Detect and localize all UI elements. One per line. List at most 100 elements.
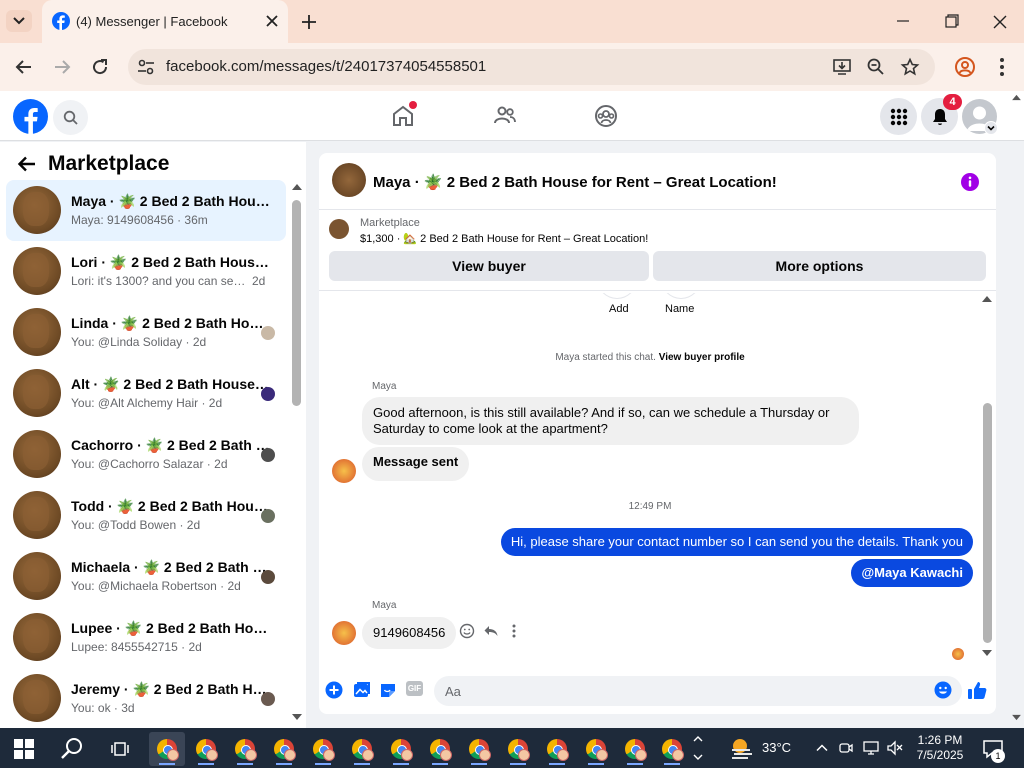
taskbar-search-icon[interactable]: [60, 737, 84, 761]
taskbar-chrome-app[interactable]: [266, 732, 302, 766]
conversation-item-todd[interactable]: Todd · 🪴 2 Bed 2 Bath Hous... You: @Todd…: [6, 485, 286, 546]
back-arrow-icon[interactable]: [12, 55, 36, 79]
conversation-item-alt[interactable]: Alt · 🪴 2 Bed 2 Bath House f... You: @Al…: [6, 363, 286, 424]
add-label[interactable]: Add: [609, 303, 629, 315]
conversation-item-jeremy[interactable]: Jeremy · 🪴 2 Bed 2 Bath Ho... You: ok · …: [6, 668, 286, 729]
search-icon[interactable]: [53, 100, 88, 135]
taskbar-chrome-app[interactable]: [188, 732, 224, 766]
name-label[interactable]: Name: [665, 303, 694, 315]
conversation-item-maya[interactable]: Maya · 🪴 2 Bed 2 Bath House f... Maya: 9…: [6, 180, 286, 241]
zoom-icon[interactable]: [866, 57, 886, 77]
page-scrollbar[interactable]: [1009, 92, 1024, 728]
outgoing-message[interactable]: Hi, please share your contact number so …: [500, 528, 973, 556]
forward-arrow-icon[interactable]: [50, 55, 74, 79]
conversation-list-scrollbar[interactable]: [290, 182, 304, 727]
view-buyer-profile-link[interactable]: View buyer profile: [659, 352, 745, 363]
taskbar-chrome-app[interactable]: [149, 732, 185, 766]
conversation-item-linda[interactable]: Linda · 🪴 2 Bed 2 Bath House... You: @Li…: [6, 302, 286, 363]
listing-thumbnail[interactable]: [329, 219, 349, 239]
taskbar-chrome-app[interactable]: [344, 732, 380, 766]
window-minimize-icon[interactable]: [892, 12, 914, 32]
weather-sun-icon[interactable]: [728, 736, 756, 760]
meet-now-icon[interactable]: [838, 740, 854, 756]
tab-search-chevron-icon[interactable]: [6, 10, 32, 32]
name-action-circle[interactable]: [661, 293, 701, 299]
taskbar-chrome-app[interactable]: [539, 732, 575, 766]
plus-circle-icon[interactable]: [325, 681, 343, 699]
site-settings-icon[interactable]: [136, 58, 156, 76]
sticker-icon[interactable]: [379, 681, 397, 699]
sender-avatar[interactable]: [332, 459, 356, 483]
listing-price-title[interactable]: $1,300 · 🏡 2 Bed 2 Bath House for Rent –…: [360, 232, 648, 245]
task-view-icon[interactable]: [110, 739, 130, 759]
outgoing-message[interactable]: @Maya Kawachi: [851, 559, 973, 587]
back-arrow-icon[interactable]: [16, 153, 38, 175]
browser-profile-icon[interactable]: [953, 55, 977, 79]
window-restore-icon[interactable]: [940, 12, 962, 32]
react-emoji-icon[interactable]: [459, 623, 475, 639]
taskbar-chrome-app[interactable]: [500, 732, 536, 766]
tab-close-icon[interactable]: [262, 11, 282, 31]
scroll-up-arrow-icon[interactable]: [292, 183, 302, 191]
scrollbar-thumb[interactable]: [983, 403, 992, 643]
conversation-name: Lori · 🪴 2 Bed 2 Bath House fo...: [71, 254, 271, 270]
reload-icon[interactable]: [88, 55, 112, 79]
add-action-circle[interactable]: [597, 293, 637, 299]
chat-avatar[interactable]: [332, 163, 366, 197]
emoji-icon[interactable]: [934, 681, 952, 699]
sender-avatar[interactable]: [332, 621, 356, 645]
taskbar-chrome-app[interactable]: [617, 732, 653, 766]
address-bar[interactable]: facebook.com/messages/t/2401737405455850…: [128, 49, 935, 85]
groups-icon[interactable]: [593, 103, 619, 129]
conversation-item-cachorro[interactable]: Cachorro · 🪴 2 Bed 2 Bath H... You: @Cac…: [6, 424, 286, 485]
taskbar-scroll-chevrons-icon[interactable]: [692, 732, 704, 764]
taskbar-chrome-app[interactable]: [654, 732, 690, 766]
taskbar-chrome-app[interactable]: [227, 732, 263, 766]
apps-grid-icon[interactable]: [880, 98, 917, 135]
thumbs-up-like-icon[interactable]: [966, 679, 988, 701]
scrollbar-thumb[interactable]: [292, 200, 301, 406]
chat-title[interactable]: Maya · 🪴 2 Bed 2 Bath House for Rent – G…: [373, 173, 777, 191]
facebook-logo-icon[interactable]: [13, 99, 48, 134]
reply-icon[interactable]: [483, 623, 499, 639]
incoming-message[interactable]: Good afternoon, is this still available?…: [362, 397, 859, 445]
view-buyer-button[interactable]: View buyer: [329, 251, 649, 281]
conversation-item-lupee[interactable]: Lupee · 🪴 2 Bed 2 Bath House ... Lupee: …: [6, 607, 286, 668]
windows-start-icon[interactable]: [14, 739, 34, 759]
account-chevron-down-icon[interactable]: [984, 121, 998, 135]
info-icon[interactable]: [960, 172, 980, 192]
incoming-message[interactable]: 9149608456: [362, 617, 457, 649]
temperature-readout[interactable]: 33°C: [762, 740, 791, 755]
new-tab-plus-icon[interactable]: [298, 11, 320, 33]
scroll-down-arrow-icon[interactable]: [982, 649, 992, 657]
incoming-message[interactable]: Message sent: [362, 447, 470, 481]
photo-icon[interactable]: [353, 681, 371, 699]
show-hidden-icons-chevron-icon[interactable]: [815, 741, 829, 755]
url-text[interactable]: facebook.com/messages/t/2401737405455850…: [166, 58, 486, 75]
clock[interactable]: 1:26 PM 7/5/2025: [912, 733, 968, 763]
volume-muted-icon[interactable]: [886, 740, 904, 756]
install-app-icon[interactable]: [832, 57, 852, 77]
taskbar-chrome-app[interactable]: [305, 732, 341, 766]
network-icon[interactable]: [862, 740, 880, 756]
gif-icon[interactable]: GIF: [406, 681, 423, 696]
scroll-up-arrow-icon[interactable]: [982, 295, 992, 303]
taskbar-chrome-app[interactable]: [383, 732, 419, 766]
browser-menu-icon[interactable]: [990, 55, 1014, 79]
more-actions-icon[interactable]: [509, 623, 519, 639]
window-close-icon[interactable]: [988, 11, 1012, 33]
conversation-item-lori[interactable]: Lori · 🪴 2 Bed 2 Bath House fo... Lori: …: [6, 241, 286, 302]
conversation-item-michaela[interactable]: Michaela · 🪴 2 Bed 2 Bath H... You: @Mic…: [6, 546, 286, 607]
taskbar-chrome-app[interactable]: [578, 732, 614, 766]
taskbar-chrome-app[interactable]: [422, 732, 458, 766]
friends-icon[interactable]: [492, 103, 518, 129]
scroll-down-arrow-icon[interactable]: [1012, 714, 1021, 721]
bookmark-star-icon[interactable]: [900, 57, 920, 77]
message-input[interactable]: [434, 676, 962, 706]
browser-tab-messenger[interactable]: (4) Messenger | Facebook: [42, 0, 288, 43]
message-thread-scrollbar[interactable]: [981, 293, 995, 663]
scroll-up-arrow-icon[interactable]: [1012, 94, 1021, 101]
taskbar-chrome-app[interactable]: [461, 732, 497, 766]
scroll-down-arrow-icon[interactable]: [292, 713, 302, 721]
more-options-button[interactable]: More options: [653, 251, 986, 281]
